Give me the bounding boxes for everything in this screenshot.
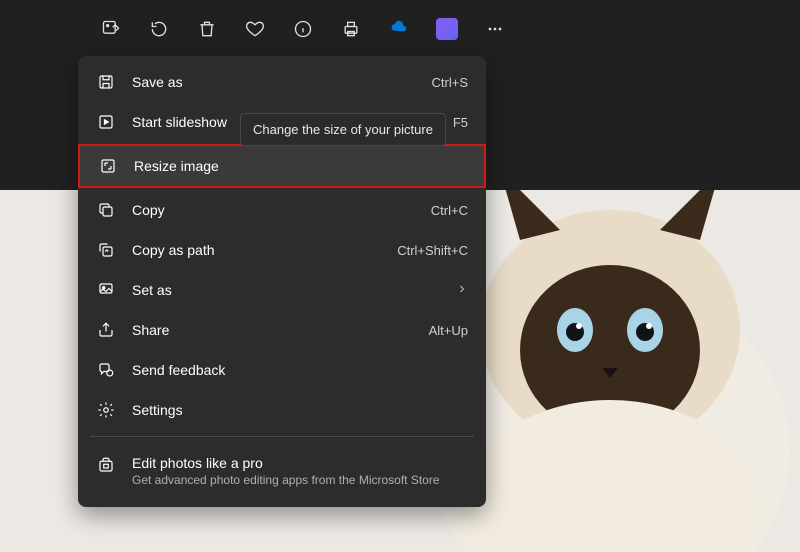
tooltip: Change the size of your picture xyxy=(240,113,446,146)
print-icon[interactable] xyxy=(340,18,362,40)
edit-icon[interactable] xyxy=(100,18,122,40)
toolbar xyxy=(100,18,506,40)
menu-item-edit-pro[interactable]: Edit photos like a pro Get advanced phot… xyxy=(78,443,486,501)
info-icon[interactable] xyxy=(292,18,314,40)
menu-item-save-as[interactable]: Save as Ctrl+S xyxy=(78,62,486,102)
menu-item-set-as[interactable]: Set as xyxy=(78,270,486,310)
menu-label: Share xyxy=(132,322,429,338)
clipchamp-icon[interactable] xyxy=(436,18,458,40)
menu-item-resize-image[interactable]: Resize image xyxy=(78,144,486,188)
menu-shortcut: Alt+Up xyxy=(429,323,468,338)
menu-shortcut: Ctrl+Shift+C xyxy=(397,243,468,258)
promo-title: Edit photos like a pro xyxy=(132,455,440,471)
menu-item-send-feedback[interactable]: Send feedback xyxy=(78,350,486,390)
onedrive-icon[interactable] xyxy=(388,18,410,40)
menu-shortcut: Ctrl+C xyxy=(431,203,468,218)
more-icon[interactable] xyxy=(484,18,506,40)
copy-path-icon xyxy=(96,240,116,260)
menu-label: Settings xyxy=(132,402,468,418)
menu-label: Copy xyxy=(132,202,431,218)
rotate-icon[interactable] xyxy=(148,18,170,40)
menu-item-settings[interactable]: Settings xyxy=(78,390,486,430)
resize-icon xyxy=(98,156,118,176)
setas-icon xyxy=(96,280,116,300)
menu-label: Set as xyxy=(132,282,456,298)
copy-icon xyxy=(96,200,116,220)
menu-item-share[interactable]: Share Alt+Up xyxy=(78,310,486,350)
menu-shortcut: Ctrl+S xyxy=(432,75,468,90)
save-icon xyxy=(96,72,116,92)
gear-icon xyxy=(96,400,116,420)
delete-icon[interactable] xyxy=(196,18,218,40)
menu-divider xyxy=(90,436,474,437)
menu-item-copy-as-path[interactable]: Copy as path Ctrl+Shift+C xyxy=(78,230,486,270)
menu-label: Save as xyxy=(132,74,432,90)
play-icon xyxy=(96,112,116,132)
store-icon xyxy=(96,455,116,475)
menu-shortcut: F5 xyxy=(453,115,468,130)
menu-item-copy[interactable]: Copy Ctrl+C xyxy=(78,190,486,230)
chevron-right-icon xyxy=(456,282,468,298)
promo-subtitle: Get advanced photo editing apps from the… xyxy=(132,473,440,487)
tooltip-text: Change the size of your picture xyxy=(253,122,433,137)
feedback-icon xyxy=(96,360,116,380)
heart-icon[interactable] xyxy=(244,18,266,40)
menu-label: Resize image xyxy=(134,158,466,174)
share-icon xyxy=(96,320,116,340)
menu-label: Copy as path xyxy=(132,242,397,258)
menu-label: Send feedback xyxy=(132,362,468,378)
